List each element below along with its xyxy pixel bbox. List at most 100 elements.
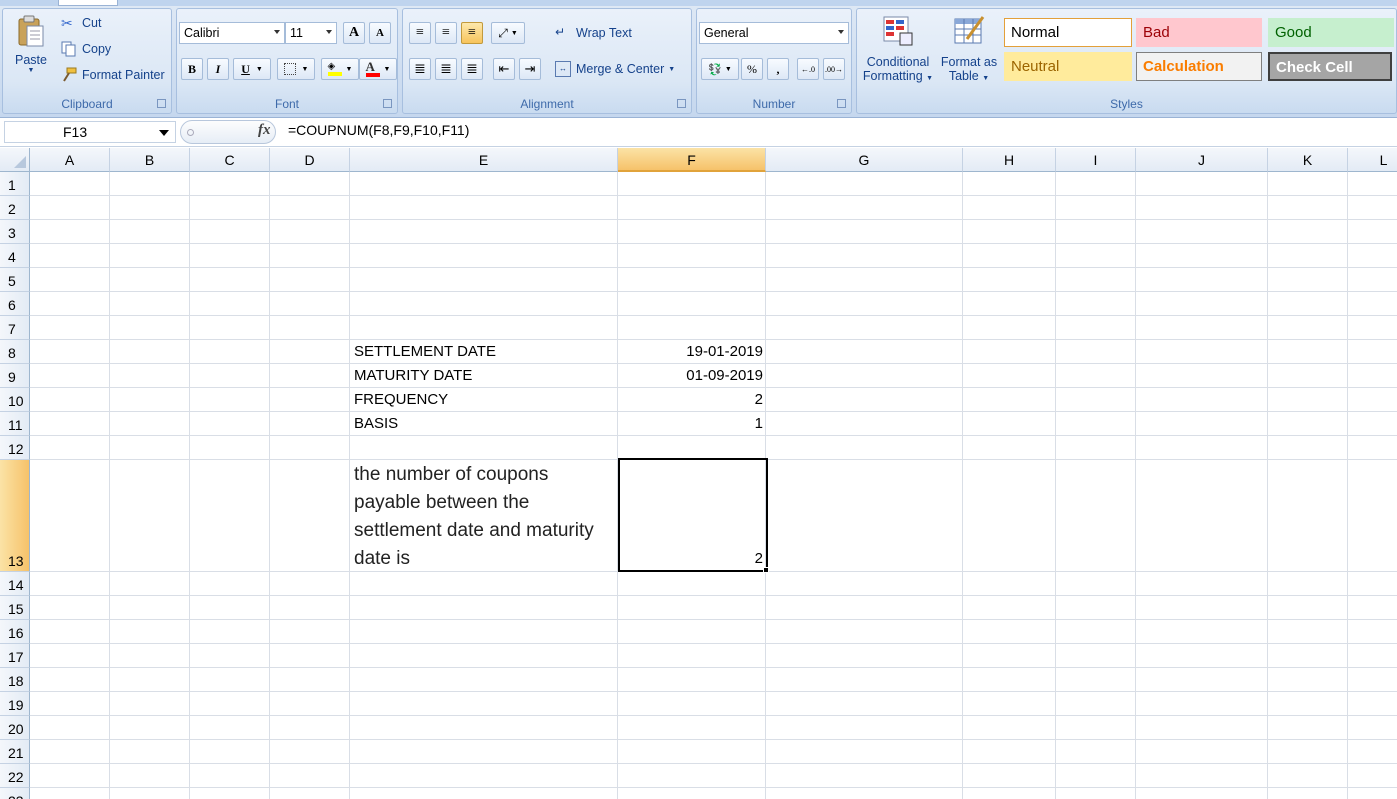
row-header-21[interactable]: 21 <box>0 740 30 764</box>
column-header-J[interactable]: J <box>1136 148 1268 172</box>
cell-F10[interactable]: 2 <box>755 391 763 408</box>
percent-style-button[interactable]: % <box>741 58 763 80</box>
style-normal[interactable]: Normal <box>1004 18 1132 47</box>
copy-button[interactable]: Copy <box>61 41 111 57</box>
row-header-6[interactable]: 6 <box>0 292 30 316</box>
cell-F11[interactable]: 1 <box>755 415 763 432</box>
font-color-button[interactable]: A ▼ <box>359 58 397 80</box>
align-left-button[interactable]: ≣ <box>409 58 431 80</box>
wrap-text-button[interactable]: ↵ Wrap Text <box>555 25 632 41</box>
scissors-icon: ✂ <box>61 15 73 31</box>
merge-center-button[interactable]: ↔ Merge & Center ▼ <box>555 61 675 77</box>
alignment-dialog-launcher[interactable] <box>677 99 686 108</box>
borders-button[interactable]: ▼ <box>277 58 315 80</box>
fill-handle[interactable] <box>763 567 769 573</box>
row-header-8[interactable]: 8 <box>0 340 30 364</box>
align-right-button[interactable]: ≣ <box>461 58 483 80</box>
row-header-20[interactable]: 20 <box>0 716 30 740</box>
worksheet-grid[interactable]: ABCDEFGHIJKL 1 2 3 4 5 6 7 8 9 10 11 12 13 14 15 16 17 18… <box>0 148 1397 799</box>
cell-E9[interactable]: MATURITY DATE <box>354 367 472 384</box>
row-header-17[interactable]: 17 <box>0 644 30 668</box>
column-header-A[interactable]: A <box>30 148 110 172</box>
select-all-button[interactable] <box>0 148 30 172</box>
orientation-button[interactable]: ⤢ ▼ <box>491 22 525 44</box>
format-painter-button[interactable]: Format Painter <box>61 67 165 83</box>
bold-button[interactable]: B <box>181 58 203 80</box>
row-header-19[interactable]: 19 <box>0 692 30 716</box>
formula-bar-handle-icon[interactable] <box>187 129 194 136</box>
cut-button[interactable]: ✂ Cut <box>61 15 101 31</box>
shrink-font-button[interactable]: A <box>369 22 391 44</box>
row-header-15[interactable]: 15 <box>0 596 30 620</box>
align-center-button[interactable]: ≣ <box>435 58 457 80</box>
column-header-E[interactable]: E <box>350 148 618 172</box>
row-header-7[interactable]: 7 <box>0 316 30 340</box>
clipboard-dialog-launcher[interactable] <box>157 99 166 108</box>
row-header-18[interactable]: 18 <box>0 668 30 692</box>
paste-icon <box>18 15 44 47</box>
formula-input[interactable]: =COUPNUM(F8,F9,F10,F11) <box>288 122 469 138</box>
increase-decimal-button[interactable]: ←.0 <box>797 58 819 80</box>
decrease-decimal-button[interactable]: .00→ <box>823 58 845 80</box>
row-header-12[interactable]: 12 <box>0 436 30 460</box>
grow-font-button[interactable]: A <box>343 22 365 44</box>
row-header-22[interactable]: 22 <box>0 764 30 788</box>
tab-home[interactable] <box>58 0 118 6</box>
column-header-F[interactable]: F <box>618 148 766 172</box>
italic-button[interactable]: I <box>207 58 229 80</box>
row-header-13[interactable]: 13 <box>0 460 30 572</box>
cell-F8[interactable]: 19-01-2019 <box>686 343 763 360</box>
font-size-select[interactable]: 11 <box>285 22 337 44</box>
font-family-select[interactable]: Calibri <box>179 22 285 44</box>
row-header-11[interactable]: 11 <box>0 412 30 436</box>
row-header-1[interactable]: 1 <box>0 172 30 196</box>
column-header-K[interactable]: K <box>1268 148 1348 172</box>
row-header-16[interactable]: 16 <box>0 620 30 644</box>
decrease-indent-button[interactable]: ⇤ <box>493 58 515 80</box>
cell-E10[interactable]: FREQUENCY <box>354 391 448 408</box>
format-as-table-button[interactable]: Format as Table ▼ <box>937 15 1001 83</box>
comma-style-button[interactable]: , <box>767 58 789 80</box>
style-bad[interactable]: Bad <box>1136 18 1262 47</box>
insert-function-icon[interactable]: fx <box>258 122 271 139</box>
style-calculation[interactable]: Calculation <box>1136 52 1262 81</box>
style-neutral[interactable]: Neutral <box>1004 52 1132 81</box>
column-header-C[interactable]: C <box>190 148 270 172</box>
cell-E13[interactable]: the number of coupons payable between th… <box>354 461 616 573</box>
column-header-H[interactable]: H <box>963 148 1056 172</box>
row-header-3[interactable]: 3 <box>0 220 30 244</box>
number-format-select[interactable]: General <box>699 22 849 44</box>
column-header-L[interactable]: L <box>1348 148 1397 172</box>
row-header-10[interactable]: 10 <box>0 388 30 412</box>
align-bottom-button[interactable]: ≡ <box>461 22 483 44</box>
cell-E11[interactable]: BASIS <box>354 415 398 432</box>
row-header-4[interactable]: 4 <box>0 244 30 268</box>
row-header-14[interactable]: 14 <box>0 572 30 596</box>
increase-indent-button[interactable]: ⇥ <box>519 58 541 80</box>
align-bottom-icon: ≡ <box>468 25 476 40</box>
number-dialog-launcher[interactable] <box>837 99 846 108</box>
name-box[interactable]: F13 <box>4 121 176 143</box>
underline-button[interactable]: U ▼ <box>233 58 271 80</box>
column-header-B[interactable]: B <box>110 148 190 172</box>
merge-icon: ↔ <box>555 61 571 77</box>
cell-E8[interactable]: SETTLEMENT DATE <box>354 343 496 360</box>
conditional-formatting-button[interactable]: Conditional Formatting ▼ <box>861 15 935 83</box>
column-header-D[interactable]: D <box>270 148 350 172</box>
row-header-2[interactable]: 2 <box>0 196 30 220</box>
align-middle-button[interactable]: ≡ <box>435 22 457 44</box>
font-dialog-launcher[interactable] <box>383 99 392 108</box>
style-check-cell[interactable]: Check Cell <box>1268 52 1392 81</box>
align-top-button[interactable]: ≡ <box>409 22 431 44</box>
row-header-9[interactable]: 9 <box>0 364 30 388</box>
row-gridline <box>30 195 1397 196</box>
cell-F9[interactable]: 01-09-2019 <box>686 367 763 384</box>
row-header-5[interactable]: 5 <box>0 268 30 292</box>
column-header-G[interactable]: G <box>766 148 963 172</box>
row-header-23[interactable]: 23 <box>0 788 30 799</box>
paste-button[interactable]: Paste ▼ <box>11 15 51 74</box>
column-header-I[interactable]: I <box>1056 148 1136 172</box>
accounting-format-button[interactable]: 💱 ▼ <box>701 58 739 80</box>
fill-color-button[interactable]: ◈ ▼ <box>321 58 359 80</box>
style-good[interactable]: Good <box>1268 18 1394 47</box>
